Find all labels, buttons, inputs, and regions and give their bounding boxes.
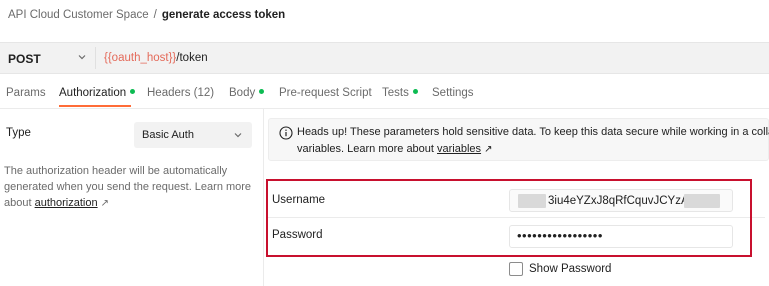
breadcrumb-current[interactable]: generate access token [162, 9, 285, 21]
tabs-divider [0, 108, 769, 109]
tab-label: Headers (12) [147, 87, 215, 99]
variables-link[interactable]: variables [437, 143, 481, 155]
show-password-label[interactable]: Show Password [529, 263, 611, 275]
tab-label: Settings [432, 87, 474, 99]
external-link-icon: ↗ [484, 144, 493, 155]
url-path: /token [176, 52, 208, 64]
tab-authorization[interactable]: Authorization [59, 87, 136, 99]
tab-tests[interactable]: Tests [382, 87, 418, 99]
chevron-down-icon [234, 133, 242, 138]
tab-label: Tests [382, 87, 409, 99]
tab-label: Params [6, 87, 46, 99]
tab-body[interactable]: Body [229, 87, 265, 99]
alert-text-line2: variables. Learn more about variables ↗ [297, 143, 492, 155]
external-link-icon: ↗ [100, 198, 109, 209]
breadcrumb-separator: / [153, 9, 157, 21]
tab-label: Authorization [59, 87, 127, 99]
tab-label: Pre-request Script [279, 87, 372, 99]
auth-type-select[interactable]: Basic Auth [134, 122, 252, 148]
auth-description: The authorization header will be automat… [4, 163, 254, 212]
credentials-highlight-box [266, 179, 752, 257]
authorization-link[interactable]: authorization [35, 197, 98, 209]
auth-type-label: Type [6, 127, 31, 139]
tab-label: Body [229, 87, 256, 99]
sensitive-data-alert: Heads up! These parameters hold sensitiv… [268, 118, 769, 161]
tab-pre-request-script[interactable]: Pre-request Script [279, 87, 372, 99]
tab-settings[interactable]: Settings [432, 87, 474, 99]
url-input[interactable]: {{oauth_host}}/token [104, 52, 208, 64]
breadcrumb-parent[interactable]: API Cloud Customer Space [8, 9, 149, 21]
tab-params[interactable]: Params [6, 87, 46, 99]
chevron-down-icon[interactable] [76, 51, 88, 63]
auth-type-value: Basic Auth [142, 129, 194, 141]
method-select[interactable]: POST [8, 52, 41, 66]
status-dot [259, 89, 265, 95]
status-dot [412, 89, 418, 95]
show-password-checkbox[interactable] [509, 262, 523, 276]
request-tabs: Params Authorization Headers (12) Body P… [0, 82, 769, 106]
active-tab-indicator [59, 105, 131, 107]
breadcrumb: API Cloud Customer Space / generate access… [8, 9, 285, 21]
method-divider [95, 47, 96, 69]
url-variable: {{oauth_host}} [104, 52, 177, 64]
url-bar: POST {{oauth_host}}/token [0, 42, 769, 74]
alert-text-prefix: variables. Learn more about [297, 143, 434, 155]
status-dot [130, 89, 136, 95]
panel-divider[interactable] [263, 109, 264, 286]
alert-text-line1: Heads up! These parameters hold sensitiv… [297, 126, 769, 138]
tab-headers[interactable]: Headers (12) [147, 87, 214, 99]
info-icon [279, 126, 293, 140]
